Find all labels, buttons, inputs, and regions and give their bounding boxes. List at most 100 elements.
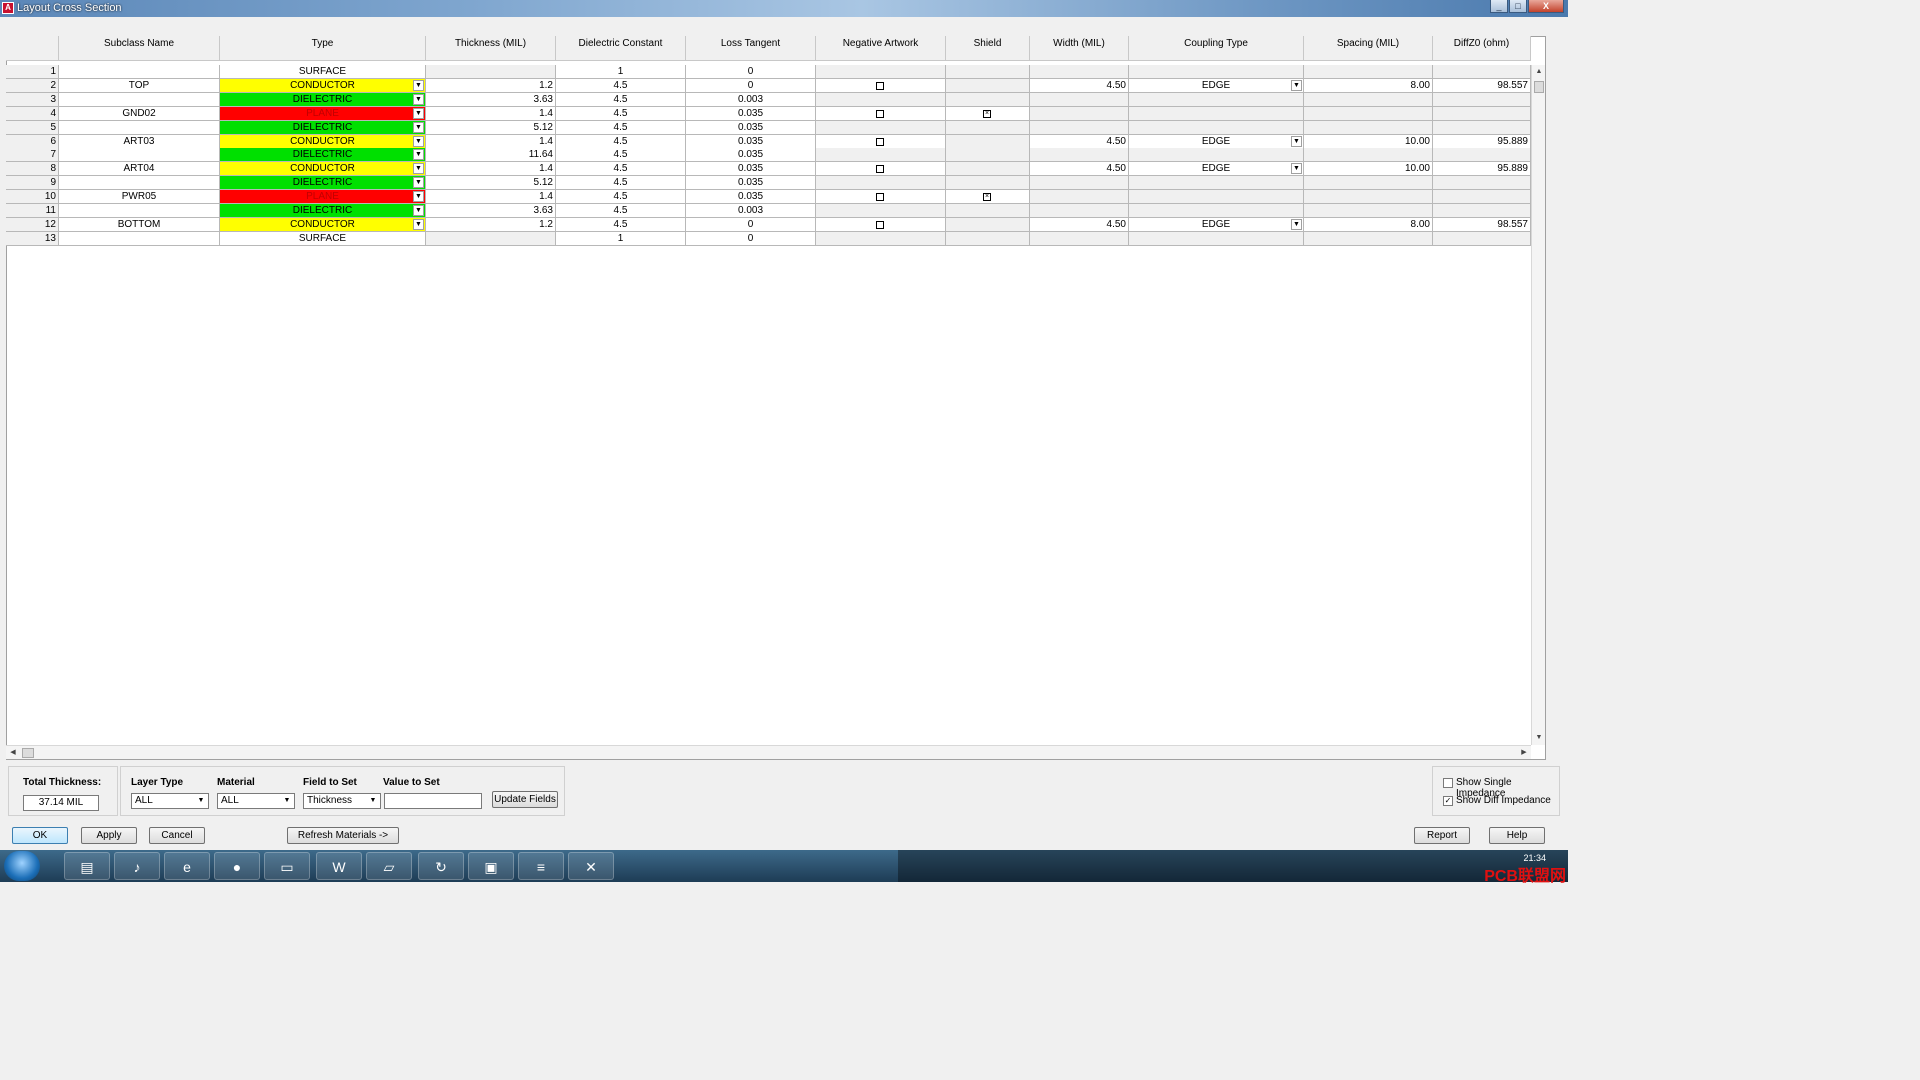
chevron-down-icon[interactable]: ▼ bbox=[1291, 135, 1302, 147]
chevron-down-icon[interactable]: ▼ bbox=[413, 205, 424, 216]
cell-negative-artwork[interactable] bbox=[816, 217, 946, 232]
cell-shield[interactable]: × bbox=[946, 106, 1030, 121]
chevron-down-icon[interactable]: ▼ bbox=[1291, 218, 1302, 230]
cell-subclass-name[interactable]: PWR05 bbox=[59, 190, 220, 205]
cell-subclass-name[interactable] bbox=[59, 120, 220, 135]
cell-thickness[interactable]: 3.63 bbox=[426, 92, 556, 107]
cell-subclass-name[interactable] bbox=[59, 231, 220, 246]
cell-type[interactable]: SURFACE bbox=[220, 231, 426, 246]
cell-dielectric-constant[interactable]: 1 bbox=[556, 65, 686, 79]
cell-thickness[interactable]: 5.12 bbox=[426, 176, 556, 191]
cell-negative-artwork[interactable] bbox=[816, 106, 946, 121]
taskbar-wechat-icon[interactable]: ● bbox=[214, 852, 260, 880]
cell-loss-tangent[interactable]: 0 bbox=[686, 78, 816, 93]
cell-loss-tangent[interactable]: 0.035 bbox=[686, 190, 816, 205]
start-button[interactable] bbox=[4, 851, 40, 881]
cell-width[interactable]: 4.50 bbox=[1030, 217, 1129, 232]
cell-spacing[interactable]: 8.00 bbox=[1304, 217, 1433, 232]
cell-loss-tangent[interactable]: 0 bbox=[686, 65, 816, 79]
cell-dielectric-constant[interactable]: 4.5 bbox=[556, 176, 686, 191]
chevron-down-icon[interactable]: ▼ bbox=[413, 177, 424, 189]
cell-thickness[interactable]: 3.63 bbox=[426, 204, 556, 218]
taskbar-music-icon[interactable]: ♪ bbox=[114, 852, 160, 880]
taskbar-refresh-icon[interactable]: ↻ bbox=[418, 852, 464, 880]
show-single-impedance-checkbox[interactable] bbox=[1443, 778, 1453, 788]
material-select[interactable]: ALL ▼ bbox=[217, 793, 295, 809]
cell-dielectric-constant[interactable]: 4.5 bbox=[556, 106, 686, 121]
chevron-down-icon[interactable]: ▼ bbox=[413, 218, 424, 230]
cell-thickness[interactable]: 1.2 bbox=[426, 217, 556, 232]
cell-negative-artwork[interactable] bbox=[816, 162, 946, 177]
cell-spacing[interactable]: 10.00 bbox=[1304, 134, 1433, 149]
chevron-down-icon[interactable]: ▼ bbox=[413, 163, 424, 175]
cell-width[interactable]: 4.50 bbox=[1030, 78, 1129, 93]
minimize-button[interactable]: _ bbox=[1490, 0, 1508, 13]
horizontal-scrollbar[interactable]: ◀ ▶ bbox=[6, 745, 1531, 759]
cell-thickness[interactable]: 1.2 bbox=[426, 78, 556, 93]
cell-thickness[interactable]: 1.4 bbox=[426, 162, 556, 177]
cell-thickness[interactable] bbox=[426, 231, 556, 246]
cell-spacing[interactable]: 8.00 bbox=[1304, 78, 1433, 93]
help-button[interactable]: Help bbox=[1489, 827, 1545, 844]
cell-type[interactable]: PLANE ▼ bbox=[220, 190, 426, 205]
cell-loss-tangent[interactable]: 0.003 bbox=[686, 204, 816, 218]
cell-type[interactable]: PLANE ▼ bbox=[220, 106, 426, 121]
cell-loss-tangent[interactable]: 0.035 bbox=[686, 120, 816, 135]
taskbar-window-icon[interactable]: ▣ bbox=[468, 852, 514, 880]
cell-subclass-name[interactable] bbox=[59, 176, 220, 191]
cell-loss-tangent[interactable]: 0.035 bbox=[686, 162, 816, 177]
cell-dielectric-constant[interactable]: 4.5 bbox=[556, 190, 686, 205]
cell-spacing[interactable]: 10.00 bbox=[1304, 162, 1433, 177]
negative-artwork-checkbox[interactable] bbox=[876, 165, 884, 174]
apply-button[interactable]: Apply bbox=[81, 827, 137, 844]
update-fields-button[interactable]: Update Fields bbox=[492, 791, 558, 808]
shield-checkbox[interactable]: × bbox=[983, 193, 991, 202]
cell-dielectric-constant[interactable]: 4.5 bbox=[556, 217, 686, 232]
taskbar-stackup-icon[interactable]: ≡ bbox=[518, 852, 564, 880]
cell-dielectric-constant[interactable]: 4.5 bbox=[556, 162, 686, 177]
cell-thickness[interactable]: 11.64 bbox=[426, 148, 556, 163]
taskbar-browser-icon[interactable]: e bbox=[164, 852, 210, 880]
cell-type[interactable]: CONDUCTOR ▼ bbox=[220, 134, 426, 149]
cell-negative-artwork[interactable] bbox=[816, 78, 946, 93]
cell-dielectric-constant[interactable]: 4.5 bbox=[556, 204, 686, 218]
chevron-down-icon[interactable]: ▼ bbox=[413, 107, 424, 119]
chevron-down-icon[interactable]: ▼ bbox=[413, 79, 424, 91]
cell-dielectric-constant[interactable]: 4.5 bbox=[556, 78, 686, 93]
chevron-down-icon[interactable]: ▼ bbox=[413, 149, 424, 161]
shield-checkbox[interactable]: × bbox=[983, 109, 991, 118]
scroll-right-icon[interactable]: ▶ bbox=[1517, 746, 1531, 760]
scroll-left-icon[interactable]: ◀ bbox=[6, 746, 20, 760]
chevron-down-icon[interactable]: ▼ bbox=[1291, 79, 1302, 91]
value-to-set-input[interactable] bbox=[384, 793, 482, 809]
cell-thickness[interactable]: 1.4 bbox=[426, 190, 556, 205]
scroll-up-icon[interactable]: ▲ bbox=[1532, 65, 1546, 79]
cell-subclass-name[interactable]: TOP bbox=[59, 78, 220, 93]
cell-type[interactable]: DIELECTRIC ▼ bbox=[220, 148, 426, 163]
taskbar-word-icon[interactable]: W bbox=[316, 852, 362, 880]
show-diff-impedance-checkbox[interactable]: ✓ bbox=[1443, 796, 1453, 806]
negative-artwork-checkbox[interactable] bbox=[876, 193, 884, 202]
cell-shield[interactable]: × bbox=[946, 190, 1030, 205]
cell-type[interactable]: DIELECTRIC ▼ bbox=[220, 204, 426, 218]
close-button[interactable]: X bbox=[1528, 0, 1564, 13]
negative-artwork-checkbox[interactable] bbox=[876, 109, 884, 118]
negative-artwork-checkbox[interactable] bbox=[876, 81, 884, 90]
taskbar-book-icon[interactable]: ▤ bbox=[64, 852, 110, 880]
maximize-button[interactable]: □ bbox=[1509, 0, 1527, 13]
cell-type[interactable]: DIELECTRIC ▼ bbox=[220, 176, 426, 191]
chevron-down-icon[interactable]: ▼ bbox=[413, 121, 424, 133]
cell-coupling-type[interactable]: EDGE ▼ bbox=[1129, 78, 1304, 93]
hscroll-thumb[interactable] bbox=[22, 748, 34, 758]
cell-type[interactable]: DIELECTRIC ▼ bbox=[220, 92, 426, 107]
cell-subclass-name[interactable]: GND02 bbox=[59, 106, 220, 121]
taskbar-folder-icon[interactable]: ▭ bbox=[264, 852, 310, 880]
cell-subclass-name[interactable]: ART03 bbox=[59, 134, 220, 149]
field-to-set-select[interactable]: Thickness ▼ bbox=[303, 793, 381, 809]
chevron-down-icon[interactable]: ▼ bbox=[413, 191, 424, 203]
chevron-down-icon[interactable]: ▼ bbox=[1291, 163, 1302, 175]
cell-subclass-name[interactable]: BOTTOM bbox=[59, 217, 220, 232]
cancel-button[interactable]: Cancel bbox=[149, 827, 205, 844]
cell-dielectric-constant[interactable]: 4.5 bbox=[556, 134, 686, 149]
taskbar-allegro-icon[interactable]: ✕ bbox=[568, 852, 614, 880]
